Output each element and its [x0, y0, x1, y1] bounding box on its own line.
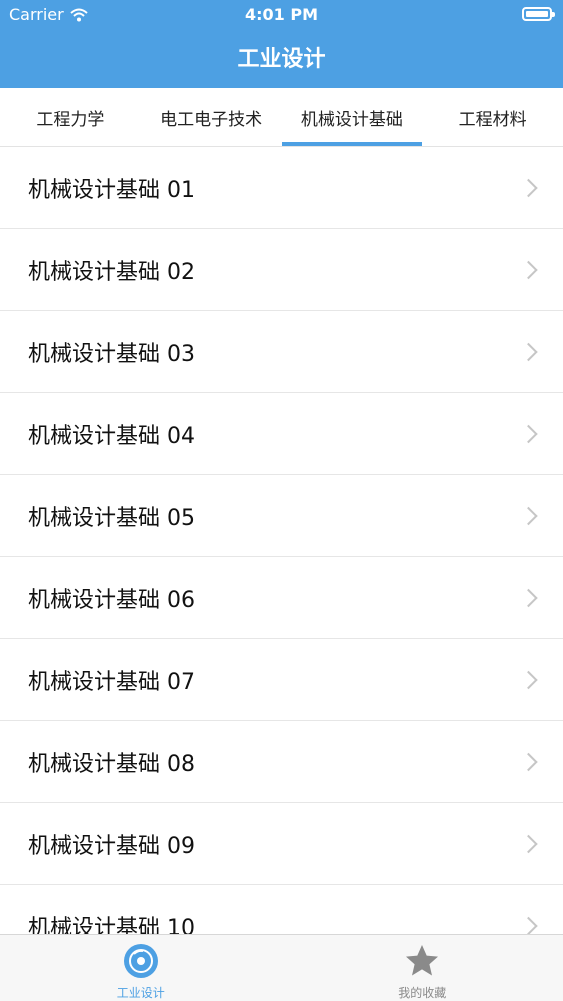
- bottom-tab-bar: 工业设计 我的收藏: [0, 934, 563, 1001]
- chevron-right-icon: [519, 670, 537, 688]
- tab-label: 机械设计基础: [301, 105, 403, 130]
- list-item-label: 机械设计基础 08: [28, 746, 195, 778]
- page-title: 工业设计: [0, 41, 563, 73]
- tab-label: 工程力学: [36, 105, 104, 130]
- tabbar-item-industrial-design[interactable]: 工业设计: [0, 935, 282, 1001]
- chevron-right-icon: [519, 342, 537, 360]
- battery-icon: [522, 7, 552, 21]
- tab-electrical-electronics[interactable]: 电工电子技术: [141, 88, 282, 146]
- list-item[interactable]: 机械设计基础 07: [0, 639, 563, 721]
- list-item[interactable]: 机械设计基础 06: [0, 557, 563, 639]
- list-item-label: 机械设计基础 03: [28, 336, 195, 368]
- chevron-right-icon: [519, 588, 537, 606]
- status-time: 4:01 PM: [0, 5, 563, 24]
- list-item-label: 机械设计基础 04: [28, 418, 195, 450]
- course-list: 机械设计基础 01 机械设计基础 02 机械设计基础 03 机械设计基础 04 …: [0, 147, 563, 934]
- chevron-right-icon: [519, 834, 537, 852]
- tabbar-item-favorites[interactable]: 我的收藏: [282, 935, 563, 1001]
- list-item-label: 机械设计基础 02: [28, 254, 195, 286]
- disc-icon: [121, 941, 161, 981]
- tab-engineering-materials[interactable]: 工程材料: [422, 88, 563, 146]
- tab-label: 工程材料: [459, 105, 527, 130]
- chevron-right-icon: [519, 916, 537, 934]
- tab-label: 电工电子技术: [160, 105, 262, 130]
- list-item-label: 机械设计基础 09: [28, 828, 195, 860]
- list-item[interactable]: 机械设计基础 01: [0, 147, 563, 229]
- list-item-label: 机械设计基础 07: [28, 664, 195, 696]
- list-item[interactable]: 机械设计基础 04: [0, 393, 563, 475]
- tab-mechanical-design[interactable]: 机械设计基础: [282, 88, 423, 146]
- list-item[interactable]: 机械设计基础 08: [0, 721, 563, 803]
- tab-engineering-mechanics[interactable]: 工程力学: [0, 88, 141, 146]
- tabbar-label: 工业设计: [117, 984, 165, 1001]
- list-item[interactable]: 机械设计基础 02: [0, 229, 563, 311]
- chevron-right-icon: [519, 752, 537, 770]
- chevron-right-icon: [519, 506, 537, 524]
- list-item[interactable]: 机械设计基础 05: [0, 475, 563, 557]
- app-header: Carrier 4:01 PM 工业设计: [0, 0, 563, 88]
- star-icon: [402, 941, 442, 981]
- list-item[interactable]: 机械设计基础 03: [0, 311, 563, 393]
- list-item[interactable]: 机械设计基础 09: [0, 803, 563, 885]
- chevron-right-icon: [519, 424, 537, 442]
- list-item-label: 机械设计基础 06: [28, 582, 195, 614]
- list-item-label: 机械设计基础 05: [28, 500, 195, 532]
- category-tabs: 工程力学 电工电子技术 机械设计基础 工程材料: [0, 88, 563, 147]
- list-item[interactable]: 机械设计基础 10: [0, 885, 563, 934]
- status-bar: Carrier 4:01 PM: [0, 0, 563, 30]
- tabbar-label: 我的收藏: [398, 984, 446, 1001]
- list-item-label: 机械设计基础 10: [28, 910, 195, 935]
- list-item-label: 机械设计基础 01: [28, 172, 195, 204]
- chevron-right-icon: [519, 260, 537, 278]
- chevron-right-icon: [519, 178, 537, 196]
